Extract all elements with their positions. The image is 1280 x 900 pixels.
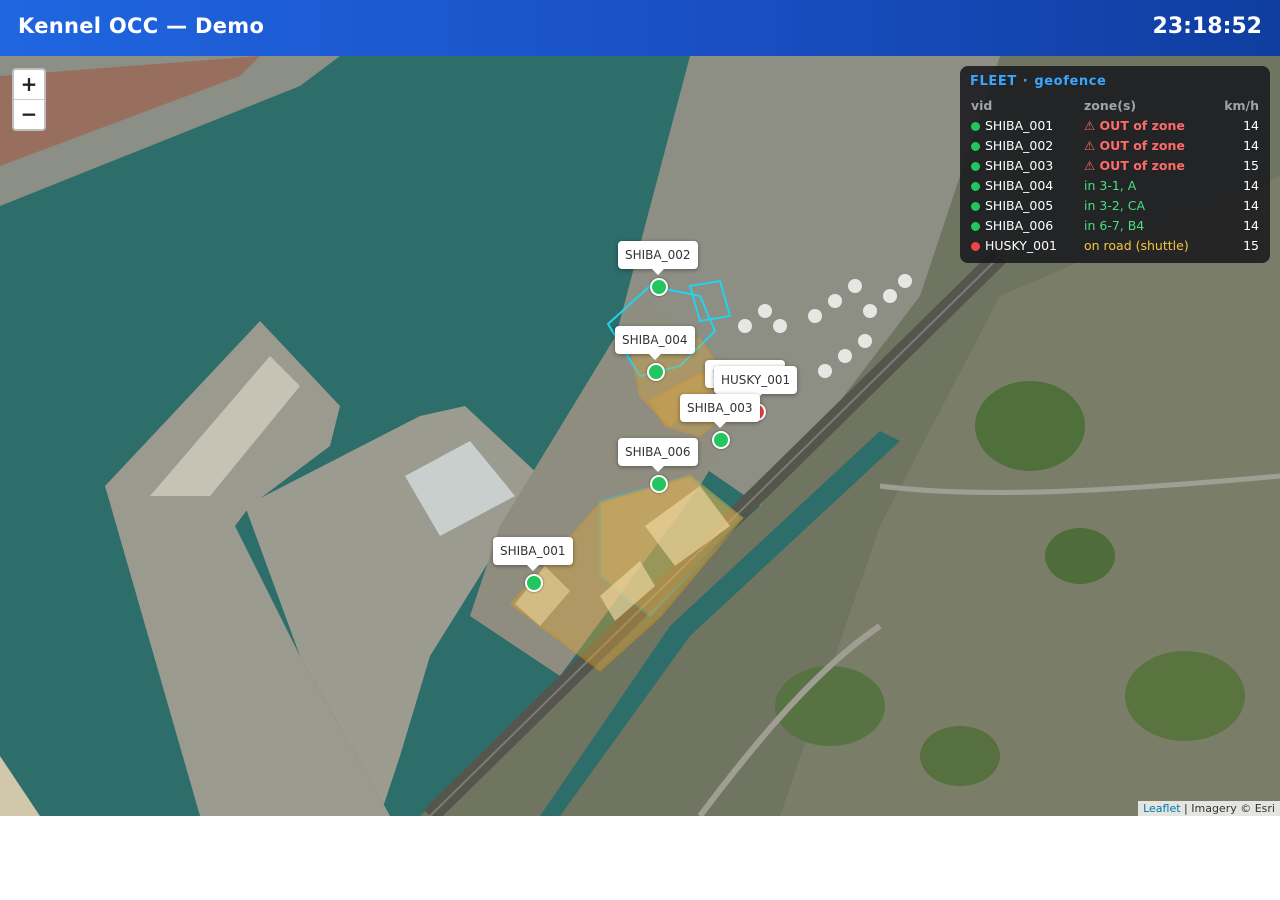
app-header: Kennel OCC — Demo 23:18:52 [0, 0, 1280, 56]
fleet-table-header: vid zone(s) km/h [970, 98, 1260, 114]
app-title: Kennel OCC — Demo [18, 14, 265, 38]
panel-title-separator: · [1022, 74, 1029, 89]
vehicle-tooltip: SHIBA_003 [680, 394, 760, 428]
status-dot-icon [971, 142, 980, 151]
speed-value: 15 [1243, 158, 1259, 173]
zone-status: on road (shuttle) [1084, 238, 1189, 253]
zoom-in-button[interactable]: + [14, 70, 44, 99]
status-dot-icon [971, 222, 980, 231]
vehicle-id: SHIBA_004 [985, 178, 1054, 193]
column-zone: zone(s) [1084, 98, 1137, 113]
column-vid: vid [971, 98, 993, 113]
vehicle-id: SHIBA_005 [985, 198, 1054, 213]
vehicle-tooltip: SHIBA_001 [493, 537, 573, 571]
vehicle-marker[interactable] [525, 574, 543, 592]
fleet-row[interactable]: SHIBA_006 in 6-7, B4 14 [970, 218, 1260, 238]
status-dot-icon [971, 162, 980, 171]
status-dot-icon [971, 182, 980, 191]
zone-status: ⚠ OUT of zone [1084, 158, 1185, 173]
vehicle-tooltip: SHIBA_004 [615, 326, 695, 360]
panel-title-geofence: geofence [1034, 74, 1107, 89]
fleet-row[interactable]: HUSKY_001 on road (shuttle) 15 [970, 238, 1260, 258]
zoom-out-button[interactable]: − [14, 99, 44, 129]
vehicle-marker[interactable] [712, 431, 730, 449]
vehicle-tooltip: HUSKY_001 [714, 366, 798, 400]
zone-status: ⚠ OUT of zone [1084, 138, 1185, 153]
fleet-row[interactable]: SHIBA_003 ⚠ OUT of zone 15 [970, 158, 1260, 178]
vehicle-marker[interactable] [650, 278, 668, 296]
fleet-row[interactable]: SHIBA_005 in 3-2, CA 14 [970, 198, 1260, 218]
attribution-separator: | [1180, 802, 1192, 815]
vehicle-id: HUSKY_001 [985, 238, 1057, 253]
zone-status: in 6-7, B4 [1084, 218, 1145, 233]
speed-value: 14 [1243, 118, 1259, 133]
fleet-row[interactable]: SHIBA_001 ⚠ OUT of zone 14 [970, 118, 1260, 138]
status-dot-icon [971, 122, 980, 131]
fleet-row[interactable]: SHIBA_002 ⚠ OUT of zone 14 [970, 138, 1260, 158]
panel-title: FLEET · geofence [970, 74, 1106, 89]
speed-value: 14 [1243, 138, 1259, 153]
clock: 23:18:52 [1152, 14, 1262, 39]
leaflet-link[interactable]: Leaflet [1143, 802, 1180, 815]
speed-value: 14 [1243, 218, 1259, 233]
speed-value: 15 [1243, 238, 1259, 253]
column-kmh: km/h [1224, 98, 1259, 113]
zone-status: in 3-2, CA [1084, 198, 1146, 213]
status-dot-icon [971, 202, 980, 211]
vehicle-id: SHIBA_002 [985, 138, 1054, 153]
vehicle-tooltip: SHIBA_002 [618, 241, 698, 275]
map-attribution: Leaflet | Imagery © Esri [1138, 801, 1280, 816]
panel-title-fleet: FLEET [970, 74, 1017, 89]
vehicle-marker[interactable] [647, 363, 665, 381]
satellite-map[interactable]: + − SHIBA_002 SHIBA_004 SHIBA_005 HUSKY_… [0, 56, 1280, 816]
speed-value: 14 [1243, 198, 1259, 213]
zoom-control: + − [12, 68, 46, 131]
status-dot-icon [971, 242, 980, 251]
zone-status: ⚠ OUT of zone [1084, 118, 1185, 133]
attribution-text: Imagery © Esri [1191, 802, 1275, 815]
speed-value: 14 [1243, 178, 1259, 193]
vehicle-marker[interactable] [650, 475, 668, 493]
fleet-row[interactable]: SHIBA_004 in 3-1, A 14 [970, 178, 1260, 198]
vehicle-id: SHIBA_006 [985, 218, 1054, 233]
vehicle-tooltip: SHIBA_006 [618, 438, 698, 472]
vehicle-id: SHIBA_003 [985, 158, 1054, 173]
zone-status: in 3-1, A [1084, 178, 1137, 193]
fleet-panel: FLEET · geofence vid zone(s) km/h SHIBA_00… [960, 66, 1270, 263]
vehicle-id: SHIBA_001 [985, 118, 1054, 133]
